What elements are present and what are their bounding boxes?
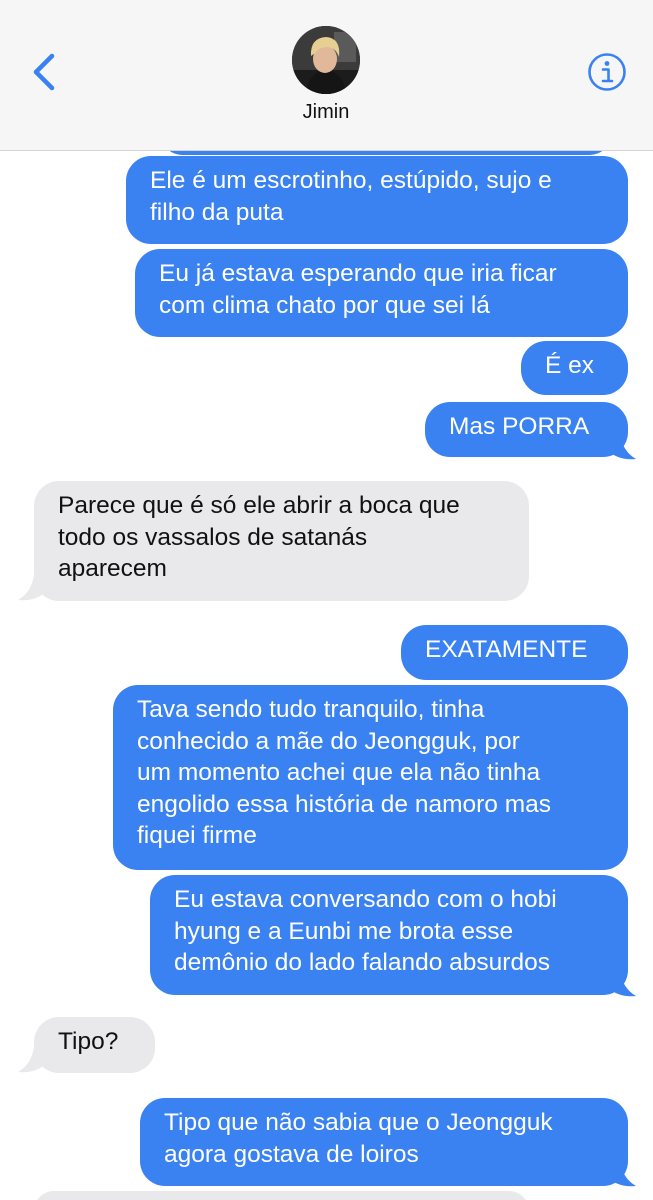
message-text: Mas PORRA: [449, 413, 590, 440]
message-text: aparecem: [58, 555, 167, 582]
message-text: conhecido a mãe do Jeongguk, por: [137, 727, 520, 755]
conversation-header: Jimin: [0, 0, 653, 151]
message-text: Parece que é só ele abrir a boca que: [58, 492, 460, 519]
message-text: Eu estava conversando com o hobi: [174, 886, 557, 913]
message-bubble-outgoing[interactable]: EXATAMENTE: [401, 625, 628, 680]
message-text: todo os vassalos de satanás: [58, 523, 368, 551]
message-bubble-outgoing[interactable]: Eu já estava esperando que iria ficar co…: [135, 249, 628, 337]
message-text: demônio do lado falando absurdos: [174, 949, 550, 976]
info-button[interactable]: [586, 51, 628, 93]
message-bubble-outgoing[interactable]: Tipo que não sabia que o Jeongguk agora …: [140, 1098, 628, 1186]
message-bubble-outgoing[interactable]: Tava sendo tudo tranquilo, tinha conheci…: [113, 685, 628, 870]
info-circle-icon: [588, 53, 626, 91]
message-bubble-outgoing[interactable]: É ex: [521, 341, 628, 395]
message-thread[interactable]: Ele é um escrotinho, estúpido, sujo e fi…: [0, 150, 653, 1200]
message-text: Tava sendo tudo tranquilo, tinha: [137, 696, 485, 723]
message-bubble-outgoing[interactable]: Mas PORRA: [425, 402, 628, 457]
contact-name[interactable]: Jimin: [226, 101, 426, 124]
message-text: um momento achei que ela não tinha: [137, 759, 541, 786]
message-text: engolido essa história de namoro mas: [137, 790, 552, 818]
back-button[interactable]: [22, 46, 68, 98]
message-text: É ex: [545, 352, 595, 379]
message-text: agora gostava de loiros: [164, 1140, 419, 1168]
message-text: Eu já estava esperando que iria ficar: [159, 260, 557, 287]
message-bubble-outgoing[interactable]: Eu estava conversando com o hobi hyung e…: [150, 875, 628, 995]
message-bubble-partial[interactable]: [34, 1191, 529, 1200]
avatar-image: [292, 26, 360, 94]
message-text: hyung e a Eunbi me brota esse: [174, 917, 514, 945]
contact-avatar[interactable]: [292, 26, 360, 94]
message-text: EXATAMENTE: [425, 636, 588, 663]
chevron-left-icon: [33, 53, 55, 91]
message-text: com clima chato por que sei lá: [159, 291, 490, 319]
message-text: Tipo que não sabia que o Jeongguk: [164, 1109, 553, 1136]
message-text: fiquei firme: [137, 822, 257, 849]
message-text: Ele é um escrotinho, estúpido, sujo e: [150, 167, 552, 194]
message-bubble-outgoing[interactable]: Ele é um escrotinho, estúpido, sujo e fi…: [126, 156, 628, 244]
message-bubble-incoming[interactable]: Parece que é só ele abrir a boca que tod…: [34, 481, 529, 601]
message-text: filho da puta: [150, 198, 284, 226]
message-text: Tipo?: [58, 1028, 119, 1055]
message-bubble-incoming[interactable]: Tipo?: [34, 1017, 155, 1073]
